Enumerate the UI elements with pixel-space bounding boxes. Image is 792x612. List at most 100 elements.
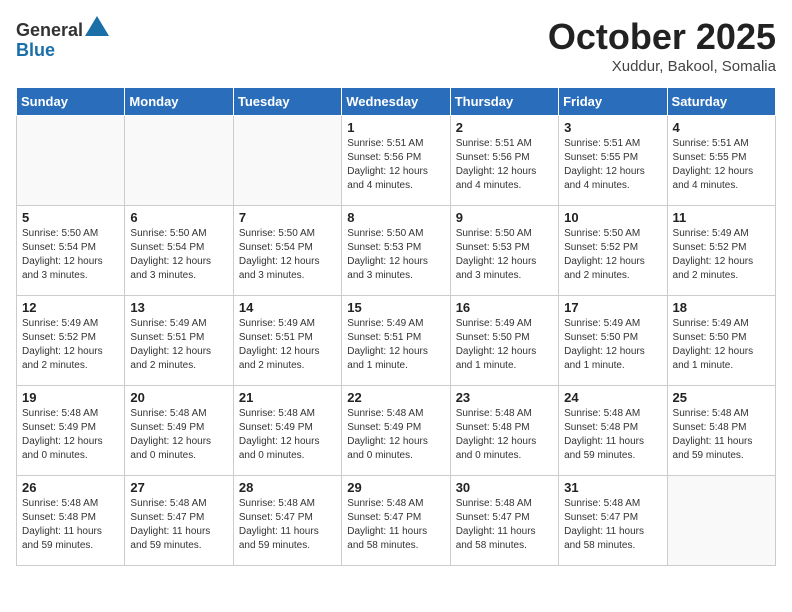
day-number: 26: [22, 480, 119, 495]
calendar-day: 15 Sunrise: 5:49 AMSunset: 5:51 PMDayligh…: [342, 296, 450, 386]
day-info: Sunrise: 5:51 AMSunset: 5:55 PMDaylight:…: [564, 137, 661, 193]
day-info: Sunrise: 5:48 AMSunset: 5:48 PMDaylight:…: [673, 407, 770, 463]
day-number: 1: [347, 120, 444, 135]
day-number: 10: [564, 210, 661, 225]
day-info: Sunrise: 5:51 AMSunset: 5:55 PMDaylight:…: [673, 137, 770, 193]
day-number: 24: [564, 390, 661, 405]
day-number: 18: [673, 300, 770, 315]
calendar-week-1: 1 Sunrise: 5:51 AMSunset: 5:56 PMDaylight…: [17, 116, 776, 206]
day-number: 6: [130, 210, 227, 225]
day-info: Sunrise: 5:49 AMSunset: 5:51 PMDaylight:…: [347, 317, 444, 373]
day-info: Sunrise: 5:49 AMSunset: 5:52 PMDaylight:…: [22, 317, 119, 373]
day-info: Sunrise: 5:48 AMSunset: 5:47 PMDaylight:…: [347, 497, 444, 553]
day-number: 16: [456, 300, 553, 315]
logo-general-text: General: [16, 20, 83, 40]
logo-blue-text: Blue: [16, 40, 55, 60]
calendar-header-wednesday: Wednesday: [342, 88, 450, 116]
day-info: Sunrise: 5:50 AMSunset: 5:54 PMDaylight:…: [22, 227, 119, 283]
day-number: 13: [130, 300, 227, 315]
day-info: Sunrise: 5:49 AMSunset: 5:51 PMDaylight:…: [130, 317, 227, 373]
calendar-day: [17, 116, 125, 206]
calendar-day: 1 Sunrise: 5:51 AMSunset: 5:56 PMDaylight…: [342, 116, 450, 206]
calendar-day: 19 Sunrise: 5:48 AMSunset: 5:49 PMDayligh…: [17, 386, 125, 476]
calendar-day: 20Sunrise: 5:48 AMSunset: 5:49 PMDayligh…: [125, 386, 233, 476]
day-info: Sunrise: 5:48 AMSunset: 5:47 PMDaylight:…: [456, 497, 553, 553]
day-number: 25: [673, 390, 770, 405]
day-info: Sunrise: 5:50 AMSunset: 5:52 PMDaylight:…: [564, 227, 661, 283]
day-number: 14: [239, 300, 336, 315]
calendar-week-5: 26 Sunrise: 5:48 AMSunset: 5:48 PMDayligh…: [17, 476, 776, 566]
day-info: Sunrise: 5:48 AMSunset: 5:48 PMDaylight:…: [22, 497, 119, 553]
calendar-header-friday: Friday: [559, 88, 667, 116]
day-number: 12: [22, 300, 119, 315]
calendar-day: 8 Sunrise: 5:50 AMSunset: 5:53 PMDaylight…: [342, 206, 450, 296]
calendar-week-2: 5Sunrise: 5:50 AMSunset: 5:54 PMDaylight…: [17, 206, 776, 296]
calendar-header-row: SundayMondayTuesdayWednesdayThursdayFrid…: [17, 88, 776, 116]
calendar-table: SundayMondayTuesdayWednesdayThursdayFrid…: [16, 87, 776, 566]
logo: General Blue: [16, 16, 109, 61]
day-info: Sunrise: 5:50 AMSunset: 5:53 PMDaylight:…: [347, 227, 444, 283]
calendar-day: [125, 116, 233, 206]
day-info: Sunrise: 5:51 AMSunset: 5:56 PMDaylight:…: [347, 137, 444, 193]
calendar-header-saturday: Saturday: [667, 88, 775, 116]
day-info: Sunrise: 5:48 AMSunset: 5:49 PMDaylight:…: [239, 407, 336, 463]
day-info: Sunrise: 5:49 AMSunset: 5:50 PMDaylight:…: [456, 317, 553, 373]
calendar-day: 12 Sunrise: 5:49 AMSunset: 5:52 PMDayligh…: [17, 296, 125, 386]
calendar-day: 7 Sunrise: 5:50 AMSunset: 5:54 PMDaylight…: [233, 206, 341, 296]
calendar-day: 9 Sunrise: 5:50 AMSunset: 5:53 PMDaylight…: [450, 206, 558, 296]
day-number: 27: [130, 480, 227, 495]
calendar-week-4: 19 Sunrise: 5:48 AMSunset: 5:49 PMDayligh…: [17, 386, 776, 476]
day-number: 3: [564, 120, 661, 135]
calendar-header-sunday: Sunday: [17, 88, 125, 116]
calendar-day: 28Sunrise: 5:48 AMSunset: 5:47 PMDayligh…: [233, 476, 341, 566]
day-number: 9: [456, 210, 553, 225]
day-number: 2: [456, 120, 553, 135]
calendar-day: 11 Sunrise: 5:49 AMSunset: 5:52 PMDayligh…: [667, 206, 775, 296]
calendar-day: 3 Sunrise: 5:51 AMSunset: 5:55 PMDaylight…: [559, 116, 667, 206]
calendar-header-monday: Monday: [125, 88, 233, 116]
day-number: 29: [347, 480, 444, 495]
calendar-day: 18 Sunrise: 5:49 AMSunset: 5:50 PMDayligh…: [667, 296, 775, 386]
day-info: Sunrise: 5:50 AMSunset: 5:53 PMDaylight:…: [456, 227, 553, 283]
day-info: Sunrise: 5:48 AMSunset: 5:47 PMDaylight:…: [564, 497, 661, 553]
calendar-day: [233, 116, 341, 206]
day-number: 23: [456, 390, 553, 405]
calendar-day: 10 Sunrise: 5:50 AMSunset: 5:52 PMDayligh…: [559, 206, 667, 296]
calendar-day: 24Sunrise: 5:48 AMSunset: 5:48 PMDayligh…: [559, 386, 667, 476]
location: Xuddur, Bakool, Somalia: [548, 58, 776, 75]
day-number: 11: [673, 210, 770, 225]
month-title: October 2025: [548, 16, 776, 58]
day-info: Sunrise: 5:48 AMSunset: 5:48 PMDaylight:…: [456, 407, 553, 463]
day-number: 7: [239, 210, 336, 225]
day-number: 30: [456, 480, 553, 495]
calendar-day: 23 Sunrise: 5:48 AMSunset: 5:48 PMDayligh…: [450, 386, 558, 476]
calendar-day: 31 Sunrise: 5:48 AMSunset: 5:47 PMDayligh…: [559, 476, 667, 566]
day-info: Sunrise: 5:49 AMSunset: 5:52 PMDaylight:…: [673, 227, 770, 283]
logo-icon: [85, 16, 109, 36]
calendar-day: 14 Sunrise: 5:49 AMSunset: 5:51 PMDayligh…: [233, 296, 341, 386]
calendar-day: [667, 476, 775, 566]
day-info: Sunrise: 5:49 AMSunset: 5:50 PMDaylight:…: [673, 317, 770, 373]
calendar-day: 21 Sunrise: 5:48 AMSunset: 5:49 PMDayligh…: [233, 386, 341, 476]
day-number: 17: [564, 300, 661, 315]
calendar-day: 25 Sunrise: 5:48 AMSunset: 5:48 PMDayligh…: [667, 386, 775, 476]
day-info: Sunrise: 5:48 AMSunset: 5:47 PMDaylight:…: [239, 497, 336, 553]
day-number: 31: [564, 480, 661, 495]
page-header: General Blue October 2025 Xuddur, Bakool…: [16, 16, 776, 75]
calendar-header-tuesday: Tuesday: [233, 88, 341, 116]
day-info: Sunrise: 5:48 AMSunset: 5:49 PMDaylight:…: [22, 407, 119, 463]
day-info: Sunrise: 5:48 AMSunset: 5:47 PMDaylight:…: [130, 497, 227, 553]
day-number: 21: [239, 390, 336, 405]
day-info: Sunrise: 5:48 AMSunset: 5:49 PMDaylight:…: [347, 407, 444, 463]
day-info: Sunrise: 5:50 AMSunset: 5:54 PMDaylight:…: [130, 227, 227, 283]
day-info: Sunrise: 5:50 AMSunset: 5:54 PMDaylight:…: [239, 227, 336, 283]
title-block: October 2025 Xuddur, Bakool, Somalia: [548, 16, 776, 75]
day-number: 15: [347, 300, 444, 315]
calendar-day: 6 Sunrise: 5:50 AMSunset: 5:54 PMDaylight…: [125, 206, 233, 296]
day-info: Sunrise: 5:49 AMSunset: 5:51 PMDaylight:…: [239, 317, 336, 373]
day-info: Sunrise: 5:48 AMSunset: 5:49 PMDaylight:…: [130, 407, 227, 463]
day-number: 8: [347, 210, 444, 225]
day-number: 19: [22, 390, 119, 405]
calendar-week-3: 12 Sunrise: 5:49 AMSunset: 5:52 PMDayligh…: [17, 296, 776, 386]
calendar-day: 26 Sunrise: 5:48 AMSunset: 5:48 PMDayligh…: [17, 476, 125, 566]
